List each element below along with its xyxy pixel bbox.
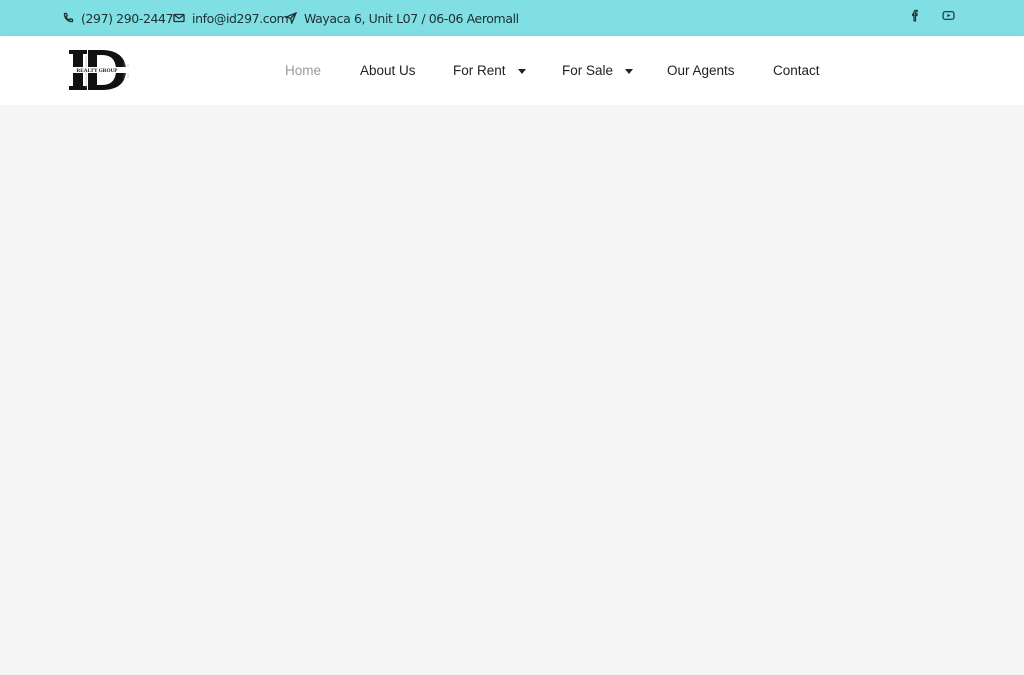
site-header: REALTY GROUP Home About Us For Rent For … xyxy=(0,36,1024,105)
chevron-down-icon xyxy=(517,68,526,74)
nav-contact-label: Contact xyxy=(773,63,820,78)
phone-number: (297) 290-2447 xyxy=(81,10,174,26)
address-text: Wayaca 6, Unit L07 / 06-06 Aeromall xyxy=(304,10,519,26)
email-address: info@id297.com xyxy=(192,10,289,26)
nav-about-us[interactable]: About Us xyxy=(360,36,416,105)
facebook-link[interactable] xyxy=(909,0,922,36)
youtube-icon xyxy=(942,9,955,27)
chevron-down-icon xyxy=(625,68,634,74)
youtube-link[interactable] xyxy=(942,0,955,36)
facebook-icon xyxy=(909,9,922,27)
main-nav: Home About Us For Rent For Sale Our Agen… xyxy=(0,36,1024,105)
nav-our-agents-label: Our Agents xyxy=(667,63,735,78)
phone-icon xyxy=(62,12,74,24)
nav-home-label: Home xyxy=(285,63,322,78)
nav-for-sale-label: For Sale xyxy=(562,63,614,78)
top-bar: (297) 290-2447 info@id297.com Wayaca 6, … xyxy=(0,0,1024,36)
nav-our-agents[interactable]: Our Agents xyxy=(667,36,735,105)
nav-about-us-label: About Us xyxy=(360,63,416,78)
phone-link[interactable]: (297) 290-2447 xyxy=(62,0,174,36)
address-link[interactable]: Wayaca 6, Unit L07 / 06-06 Aeromall xyxy=(285,0,519,36)
nav-for-rent[interactable]: For Rent xyxy=(453,36,526,105)
nav-home[interactable]: Home xyxy=(285,36,321,105)
nav-contact[interactable]: Contact xyxy=(773,36,820,105)
page-content-area xyxy=(0,105,1024,675)
nav-for-sale[interactable]: For Sale xyxy=(562,36,634,105)
location-arrow-icon xyxy=(285,12,297,24)
envelope-icon xyxy=(173,12,185,24)
nav-for-rent-label: For Rent xyxy=(453,63,506,78)
email-link[interactable]: info@id297.com xyxy=(173,0,289,36)
